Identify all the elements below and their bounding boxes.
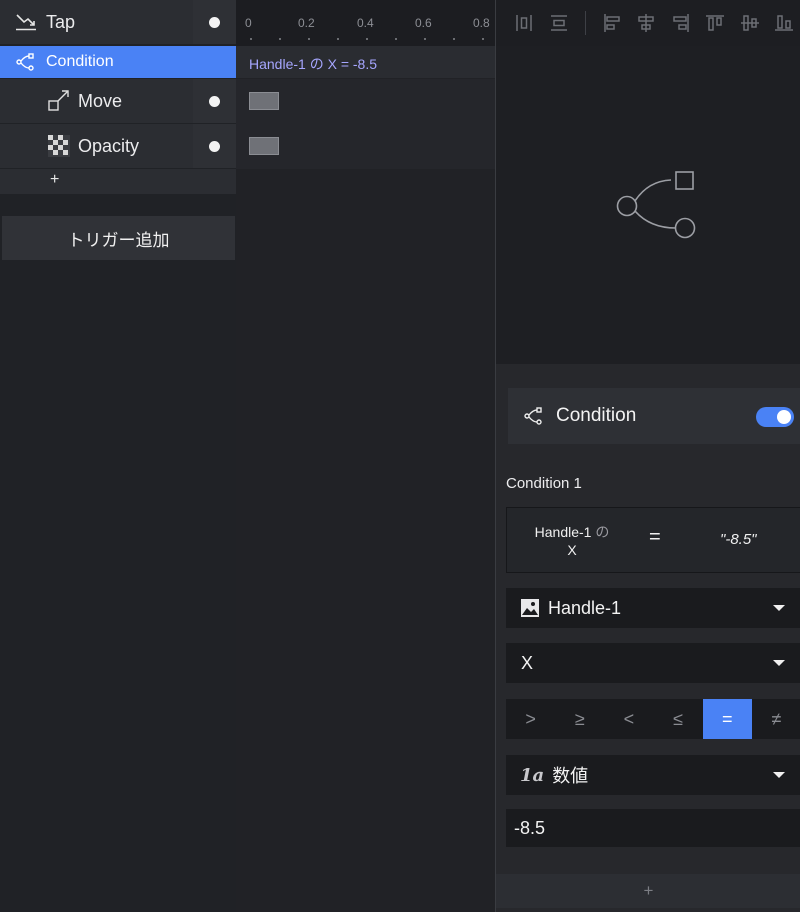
move-icon xyxy=(48,90,69,111)
target-layer-dropdown[interactable]: Handle-1 xyxy=(506,588,800,628)
trigger-tap-label: Tap xyxy=(46,11,76,32)
opacity-icon xyxy=(48,135,70,157)
target-layer-value: Handle-1 xyxy=(548,597,622,618)
chevron-down-icon xyxy=(773,605,785,611)
tick-label: 0 xyxy=(245,16,252,30)
chevron-down-icon xyxy=(773,772,785,778)
timeline: 0 0.2 0.4 0.6 0.8 Handle-1 の X = -8.5 xyxy=(236,0,495,912)
move-visibility-dot[interactable] xyxy=(193,79,236,123)
response-opacity[interactable]: Opacity xyxy=(0,124,236,168)
time-ruler[interactable]: 0 0.2 0.4 0.6 0.8 xyxy=(236,0,495,46)
response-move[interactable]: Move xyxy=(0,79,236,123)
align-top-icon[interactable] xyxy=(705,13,725,33)
opacity-keyframe-block[interactable] xyxy=(249,137,279,155)
timeline-opacity-row[interactable] xyxy=(236,124,495,169)
property-value: X xyxy=(521,652,534,673)
operator-not-equal[interactable]: ≠ xyxy=(752,699,800,739)
summary-property: X xyxy=(567,542,577,558)
toolbar-divider xyxy=(585,11,586,35)
chevron-down-icon xyxy=(773,660,785,666)
add-condition-button[interactable]: + xyxy=(496,874,800,908)
response-move-label: Move xyxy=(78,90,123,111)
tick-label: 0.2 xyxy=(298,16,315,30)
condition-icon xyxy=(524,407,542,425)
distribute-horizontal-icon[interactable] xyxy=(514,13,534,33)
condition-card-header: Condition xyxy=(508,388,800,444)
move-keyframe-block[interactable] xyxy=(249,92,279,110)
response-opacity-label: Opacity xyxy=(78,135,140,156)
tick-label: 0.4 xyxy=(357,16,374,30)
property-dropdown[interactable]: X xyxy=(506,643,800,683)
value-type-dropdown[interactable]: 1a 数値 xyxy=(506,755,800,795)
trigger-condition[interactable]: Condition xyxy=(0,46,236,78)
align-center-horizontal-icon[interactable] xyxy=(636,13,656,33)
add-response-button[interactable]: + xyxy=(50,171,59,189)
condition-summary-box[interactable]: Handle-1 の X = "-8.5" xyxy=(506,507,800,573)
condition-enable-toggle[interactable] xyxy=(756,407,794,427)
opacity-visibility-dot[interactable] xyxy=(193,124,236,168)
condition-icon xyxy=(16,53,34,71)
timeline-condition-row[interactable]: Handle-1 の X = -8.5 xyxy=(236,46,495,78)
operator-greater-than[interactable]: > xyxy=(506,699,555,739)
image-icon xyxy=(521,599,539,617)
align-toolbar xyxy=(496,0,800,46)
align-right-icon[interactable] xyxy=(671,13,691,33)
number-type-icon: 1a xyxy=(520,764,545,786)
summary-value: "-8.5" xyxy=(720,531,757,548)
condition-illustration-icon xyxy=(616,171,696,239)
operator-less-than[interactable]: < xyxy=(604,699,653,739)
summary-operator: = xyxy=(649,526,661,548)
summary-subject: Handle-1 の X xyxy=(527,523,617,559)
align-center-vertical-icon[interactable] xyxy=(740,13,760,33)
trigger-tap[interactable]: Tap xyxy=(0,0,236,44)
trigger-condition-label: Condition xyxy=(46,53,114,70)
condition-summary-text: Handle-1 の X = -8.5 xyxy=(249,56,378,72)
summary-of: の xyxy=(595,524,610,540)
add-trigger-button[interactable]: トリガー追加 xyxy=(2,216,235,260)
align-bottom-icon[interactable] xyxy=(774,13,794,33)
distribute-vertical-icon[interactable] xyxy=(549,13,569,33)
summary-target: Handle-1 xyxy=(534,524,592,540)
add-response-row[interactable]: + xyxy=(0,169,236,194)
condition-section-title: Condition 1 xyxy=(506,475,582,492)
comparison-value-input[interactable] xyxy=(506,809,800,847)
operator-less-equal[interactable]: ≤ xyxy=(654,699,703,739)
operator-greater-equal[interactable]: ≥ xyxy=(555,699,604,739)
tick-label: 0.6 xyxy=(415,16,432,30)
condition-preview xyxy=(496,46,800,364)
timeline-move-row[interactable] xyxy=(236,79,495,124)
operator-equal[interactable]: = xyxy=(702,699,752,739)
condition-card-title: Condition xyxy=(556,405,637,426)
align-left-icon[interactable] xyxy=(602,13,622,33)
trigger-panel: Tap Condition Move Opacity + トリガー追加 xyxy=(0,0,236,912)
tap-icon xyxy=(16,14,36,31)
inspector-panel: Condition Condition 1 Handle-1 の X = "-8… xyxy=(495,0,800,912)
tick-label: 0.8 xyxy=(473,16,490,30)
tap-visibility-dot[interactable] xyxy=(193,0,236,44)
operator-selector: > ≥ < ≤ = ≠ xyxy=(506,699,800,739)
value-type-label: 数値 xyxy=(552,766,589,786)
